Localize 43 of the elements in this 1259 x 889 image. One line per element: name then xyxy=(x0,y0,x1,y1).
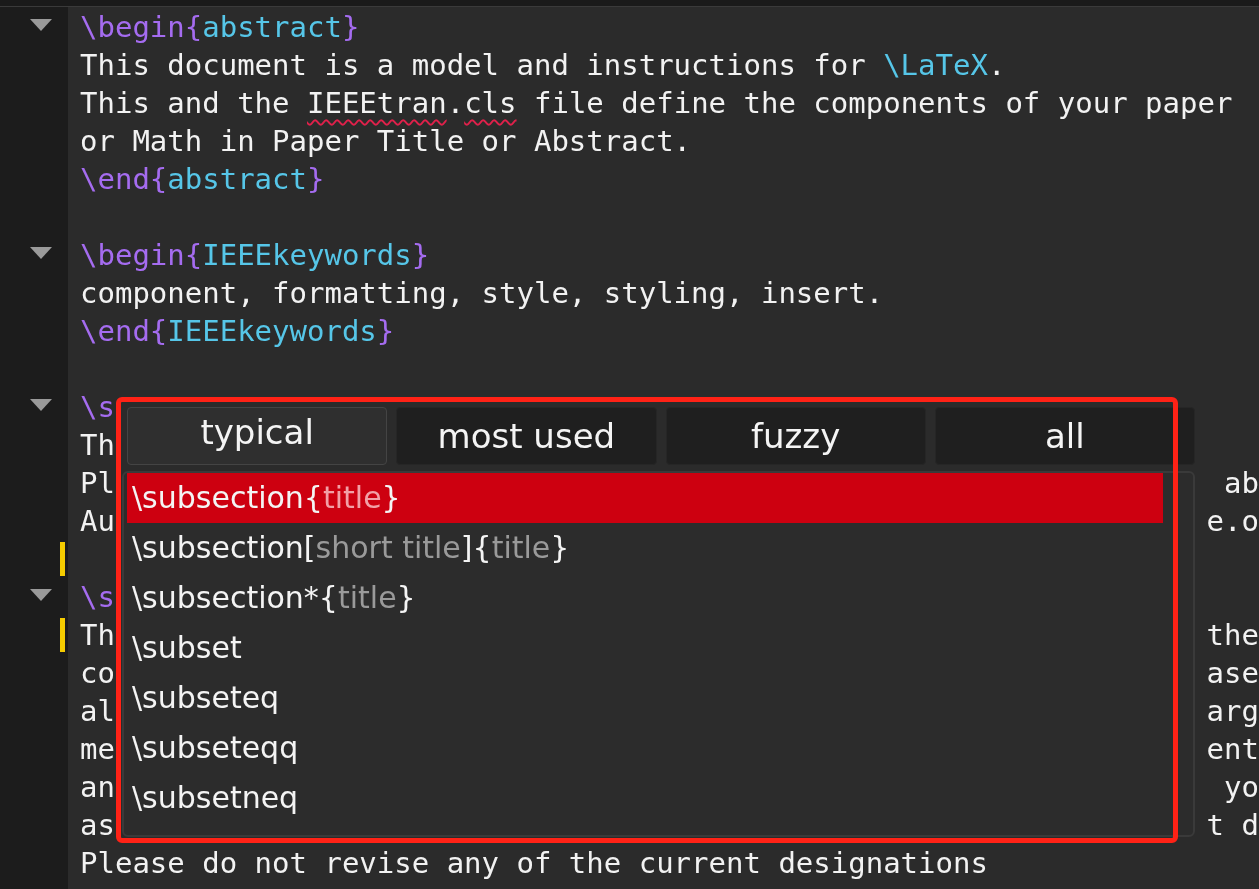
code-fragment: ab xyxy=(1224,466,1259,500)
filter-tab[interactable]: all xyxy=(934,407,1195,465)
code-line: Th xyxy=(80,618,115,652)
code-fragment: t d xyxy=(1206,808,1259,842)
filter-tab[interactable]: fuzzy xyxy=(665,407,926,465)
code-line: Please do not revise any of the current designations xyxy=(80,846,988,880)
filter-tab[interactable]: most used xyxy=(396,407,657,465)
fold-arrow-icon[interactable] xyxy=(30,399,52,411)
code-line: co xyxy=(80,656,115,690)
code-line: \begin{IEEEkeywords} xyxy=(80,238,430,272)
code-line: me xyxy=(80,732,115,766)
filter-tab[interactable]: typical xyxy=(127,407,388,465)
code-fragment: ent xyxy=(1206,732,1259,766)
completion-item[interactable]: \subsection*{title} xyxy=(127,573,1163,623)
code-line: as xyxy=(80,808,115,842)
completion-item[interactable]: \subseteq xyxy=(127,673,1163,723)
code-line: Th xyxy=(80,428,115,462)
fold-arrow-icon[interactable] xyxy=(30,589,52,601)
code-line: \begin{abstract} xyxy=(80,10,360,44)
code-line: This document is a model and instructions for \LaTeX. xyxy=(80,48,1006,82)
completion-item[interactable]: \subseteqq xyxy=(127,723,1163,773)
code-line: \s xyxy=(80,580,115,614)
code-fragment: e.o xyxy=(1206,504,1259,538)
code-line: \end{abstract} xyxy=(80,162,325,196)
code-line: Au xyxy=(80,504,115,538)
code-line: or Math in Paper Title or Abstract. xyxy=(80,124,692,158)
completion-item[interactable]: \subsection[short title]{title} xyxy=(127,523,1163,573)
completion-item[interactable]: \subsection{title} xyxy=(127,473,1163,523)
completion-item[interactable]: \subsetneq xyxy=(127,773,1163,823)
code-line: \end{IEEEkeywords} xyxy=(80,314,395,348)
fold-arrow-icon[interactable] xyxy=(30,19,52,31)
code-line: Pl xyxy=(80,466,115,500)
code-fragment: ase xyxy=(1206,656,1259,690)
code-line: This and the IEEEtran.cls file define the components of your paper xyxy=(80,86,1233,120)
code-fragment: the xyxy=(1206,618,1259,652)
code-line: \s xyxy=(80,390,115,424)
fold-arrow-icon[interactable] xyxy=(30,247,52,259)
code-fragment: yo xyxy=(1224,770,1259,804)
code-fragment: arg xyxy=(1206,694,1259,728)
completion-item[interactable]: \subset xyxy=(127,623,1163,673)
code-line: al xyxy=(80,694,115,728)
code-line: component, formatting, style, styling, insert. xyxy=(80,276,884,310)
code-line: an xyxy=(80,770,115,804)
